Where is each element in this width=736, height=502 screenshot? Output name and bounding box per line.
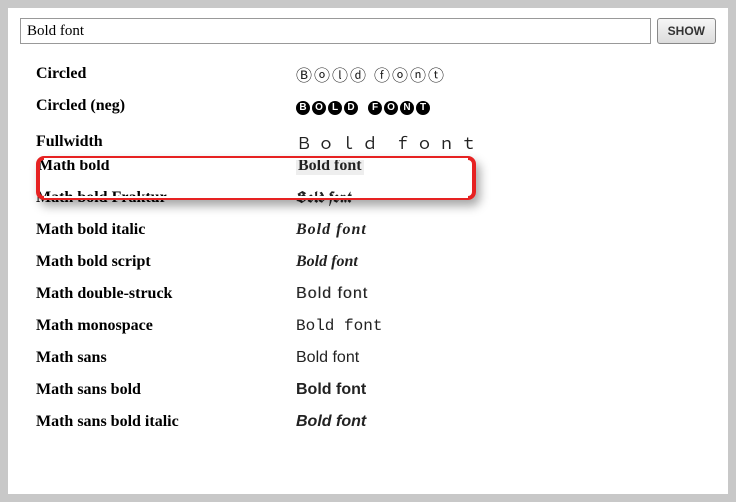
search-bar: SHOW <box>20 18 716 44</box>
list-item-highlighted[interactable]: Math bold Bold font <box>34 150 716 182</box>
list-item[interactable]: Math monospace Bold font <box>34 310 716 342</box>
font-sample: Ⓑⓞⓛⓓ ⓕⓞⓝⓣ <box>296 62 446 86</box>
font-label: Circled (neg) <box>34 97 296 115</box>
font-label: Circled <box>34 65 296 83</box>
list-item[interactable]: Math bold italic Bold font <box>34 214 716 246</box>
search-input[interactable] <box>20 18 651 44</box>
list-item[interactable]: Math bold script Bold font <box>34 246 716 278</box>
list-item[interactable]: Math double-struck Bold font <box>34 278 716 310</box>
font-sample: Bold font <box>296 285 368 303</box>
font-label: Math bold script <box>34 253 296 271</box>
font-sample: Ｂｏｌｄ ｆｏｎｔ <box>296 130 482 150</box>
show-button[interactable]: SHOW <box>657 18 716 44</box>
list-item[interactable]: Math sans bold italic Bold font <box>34 406 716 438</box>
font-sample: Bold font <box>296 253 358 271</box>
font-sample: Bold font <box>296 157 364 175</box>
font-label: Math sans bold italic <box>34 413 296 431</box>
font-label: Math bold Fraktur <box>34 189 296 207</box>
font-sample: Bold font <box>296 349 359 367</box>
font-sample: Bold font <box>296 221 367 239</box>
font-sample: Bold font <box>296 188 352 208</box>
font-label: Math sans <box>34 349 296 367</box>
font-label: Math monospace <box>34 317 296 335</box>
list-item[interactable]: Math sans Bold font <box>34 342 716 374</box>
font-sample: Bold font <box>296 413 366 431</box>
font-label: Math sans bold <box>34 381 296 399</box>
font-label: Math double-struck <box>34 285 296 303</box>
main-panel: SHOW Circled Ⓑⓞⓛⓓ ⓕⓞⓝⓣ Circled (neg) BOL… <box>8 8 728 494</box>
font-sample: BOLD FONT <box>296 97 432 115</box>
font-sample: Bold font <box>296 381 366 399</box>
list-item[interactable]: Fullwidth Ｂｏｌｄ ｆｏｎｔ <box>34 122 716 150</box>
font-sample: Bold font <box>296 317 382 335</box>
font-label: Math bold italic <box>34 221 296 239</box>
font-list: Circled Ⓑⓞⓛⓓ ⓕⓞⓝⓣ Circled (neg) BOLD FON… <box>20 58 716 438</box>
list-item[interactable]: Circled Ⓑⓞⓛⓓ ⓕⓞⓝⓣ <box>34 58 716 90</box>
font-label: Fullwidth <box>34 133 296 150</box>
list-item[interactable]: Circled (neg) BOLD FONT <box>34 90 716 122</box>
font-label: Math bold <box>34 157 296 175</box>
list-item[interactable]: Math bold Fraktur Bold font <box>34 182 716 214</box>
list-item[interactable]: Math sans bold Bold font <box>34 374 716 406</box>
